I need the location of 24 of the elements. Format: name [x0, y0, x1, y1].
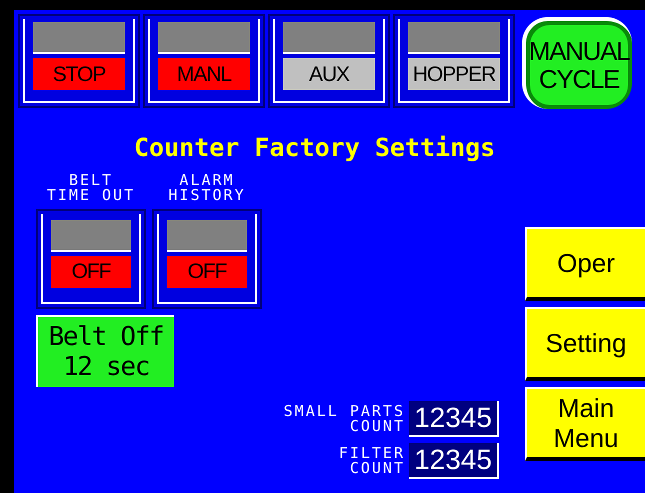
status-label: OFF [167, 256, 247, 288]
switch-caption: ALARM HISTORY [168, 172, 246, 202]
indicator-button[interactable]: HOPPER [393, 14, 515, 108]
nav-button[interactable]: Setting [525, 306, 645, 380]
status-label: AUX [283, 58, 375, 90]
status-label: HOPPER [408, 58, 500, 90]
indicator-button[interactable]: STOP [18, 14, 140, 108]
count-value: 12345 [409, 401, 499, 437]
switch-caption: BELT TIME OUT [46, 172, 136, 202]
indicator-button[interactable]: OFF [152, 208, 262, 308]
indicator-button[interactable]: AUX [268, 14, 390, 108]
count-label: SMALL PARTS COUNT [284, 404, 405, 434]
count-label: FILTER COUNT [338, 446, 405, 476]
indicator-button[interactable]: MANL [143, 14, 265, 108]
status-label: STOP [33, 58, 125, 90]
count-value: 12345 [409, 443, 499, 479]
indicator-button[interactable]: OFF [36, 208, 146, 308]
belt-off-display: Belt Off 12 sec [36, 314, 174, 386]
status-label: MANL [158, 58, 250, 90]
nav-button[interactable]: Main Menu [525, 386, 645, 460]
screen-title: Counter Factory Settings [134, 132, 496, 164]
status-label: OFF [51, 256, 131, 288]
nav-button[interactable]: Oper [525, 226, 645, 300]
manual-cycle-button[interactable]: MANUAL CYCLE [522, 17, 632, 109]
